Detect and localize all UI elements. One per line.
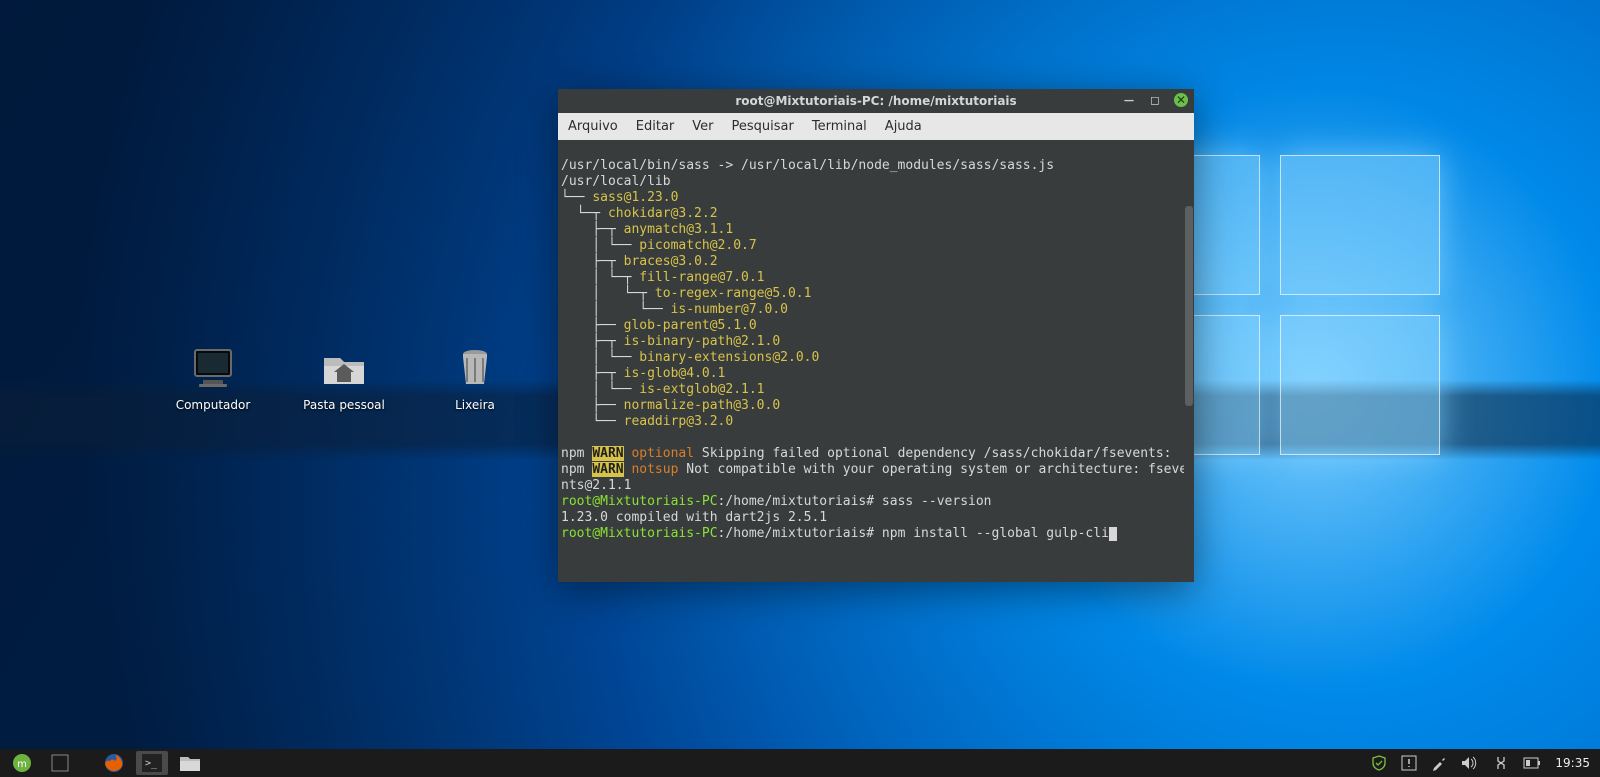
npm-warn-line: npm WARN optional Skipping failed option… <box>561 446 1172 461</box>
window-maximize-button[interactable]: ◻ <box>1148 93 1162 107</box>
taskbar-clock[interactable]: 19:35 <box>1555 756 1594 770</box>
trash-icon <box>451 344 499 392</box>
tray-network-icon[interactable] <box>1493 755 1509 771</box>
svg-text:m: m <box>17 759 27 770</box>
menu-edit[interactable]: Editar <box>636 119 675 134</box>
tree-line: ├─┬ anymatch@3.1.1 <box>561 222 733 237</box>
tree-line: │ └── binary-extensions@2.0.0 <box>561 350 819 365</box>
terminal-title: root@Mixtutoriais-PC: /home/mixtutoriais <box>735 94 1016 108</box>
tree-line: │ └── picomatch@2.0.7 <box>561 238 757 253</box>
tree-line: └── sass@1.23.0 <box>561 190 678 205</box>
taskbar-app-firefox[interactable] <box>98 751 130 775</box>
tree-line: │ └── is-number@7.0.0 <box>561 302 788 317</box>
terminal-line: /usr/local/bin/sass -> /usr/local/lib/no… <box>561 158 1054 173</box>
desktop-icon-label: Lixeira <box>455 398 495 412</box>
tree-line: ├─┬ is-binary-path@2.1.0 <box>561 334 780 349</box>
desktop-icon-label: Computador <box>176 398 251 412</box>
menu-search[interactable]: Pesquisar <box>732 119 794 134</box>
computer-icon <box>189 344 237 392</box>
start-menu-button[interactable]: m <box>6 751 38 775</box>
scrollbar-thumb[interactable] <box>1185 206 1193 406</box>
prompt-line: root@Mixtutoriais-PC:/home/mixtutoriais#… <box>561 494 992 509</box>
menu-file[interactable]: Arquivo <box>568 119 618 134</box>
desktop-icon-computer[interactable]: Computador <box>158 344 268 412</box>
show-desktop-button[interactable] <box>44 751 76 775</box>
window-close-button[interactable]: ✕ <box>1174 93 1188 107</box>
desktop-icon-trash[interactable]: Lixeira <box>420 344 530 412</box>
terminal-cursor <box>1109 527 1117 541</box>
taskbar: m >_ 19:35 <box>0 749 1600 777</box>
window-minimize-button[interactable]: － <box>1122 93 1136 107</box>
terminal-menubar: Arquivo Editar Ver Pesquisar Terminal Aj… <box>558 113 1194 140</box>
tree-line: ├── glob-parent@5.1.0 <box>561 318 757 333</box>
terminal-scrollbar[interactable] <box>1184 140 1194 582</box>
menu-view[interactable]: Ver <box>692 119 713 134</box>
tree-line: └── readdirp@3.2.0 <box>561 414 733 429</box>
tray-volume-icon[interactable] <box>1461 755 1479 771</box>
menu-help[interactable]: Ajuda <box>885 119 922 134</box>
desktop-icon-label: Pasta pessoal <box>303 398 385 412</box>
terminal-line: /usr/local/lib <box>561 174 671 189</box>
tree-line: ├─┬ is-glob@4.0.1 <box>561 366 725 381</box>
tray-shield-icon[interactable] <box>1371 755 1387 771</box>
terminal-titlebar[interactable]: root@Mixtutoriais-PC: /home/mixtutoriais… <box>558 89 1194 113</box>
taskbar-app-files[interactable] <box>174 751 206 775</box>
menu-terminal[interactable]: Terminal <box>812 119 867 134</box>
prompt-line: root@Mixtutoriais-PC:/home/mixtutoriais#… <box>561 526 1117 541</box>
folder-home-icon <box>320 344 368 392</box>
npm-warn-line: nts@2.1.1 <box>561 478 631 493</box>
tray-color-picker-icon[interactable] <box>1431 755 1447 771</box>
taskbar-app-terminal[interactable]: >_ <box>136 751 168 775</box>
tree-line: ├─┬ braces@3.0.2 <box>561 254 718 269</box>
tree-line: │ └─┬ fill-range@7.0.1 <box>561 270 765 285</box>
svg-text:>_: >_ <box>145 758 158 769</box>
desktop-icon-home-folder[interactable]: Pasta pessoal <box>289 344 399 412</box>
tray-update-icon[interactable] <box>1401 755 1417 771</box>
tree-line: ├── normalize-path@3.0.0 <box>561 398 780 413</box>
tree-line: └─┬ chokidar@3.2.2 <box>561 206 718 221</box>
npm-warn-line: npm WARN notsup Not compatible with your… <box>561 462 1187 477</box>
terminal-window: root@Mixtutoriais-PC: /home/mixtutoriais… <box>558 89 1194 582</box>
tray-battery-icon[interactable] <box>1523 757 1541 769</box>
terminal-content[interactable]: /usr/local/bin/sass -> /usr/local/lib/no… <box>558 140 1194 582</box>
tree-line: │ └─┬ to-regex-range@5.0.1 <box>561 286 811 301</box>
terminal-line: 1.23.0 compiled with dart2js 2.5.1 <box>561 510 827 525</box>
tree-line: │ └── is-extglob@2.1.1 <box>561 382 765 397</box>
